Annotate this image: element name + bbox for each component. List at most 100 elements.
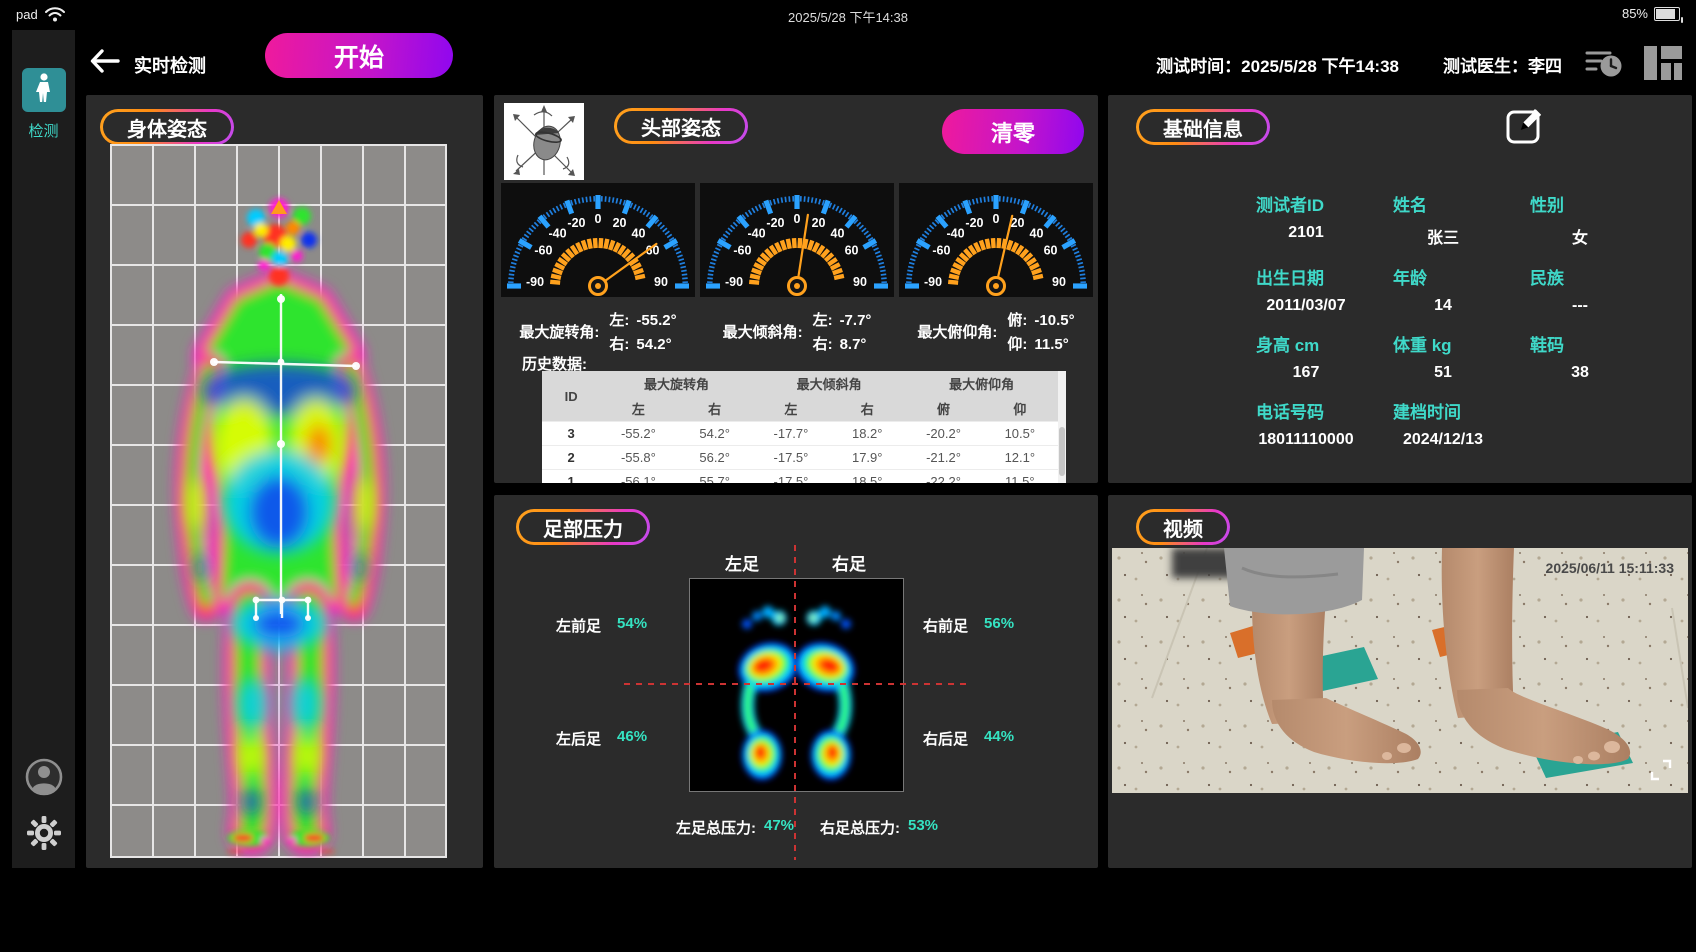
info-field-value: 2101 bbox=[1256, 224, 1356, 242]
gauge-block: -90-60-40-20020406090最大倾斜角:左:-7.7°右:8.7° bbox=[700, 183, 894, 354]
gauge: -90-60-40-20020406090 bbox=[899, 183, 1093, 297]
video-timestamp: 2025/06/11 15:11:33 bbox=[1546, 560, 1674, 576]
info-field-label: 年龄 bbox=[1393, 264, 1530, 289]
person-icon bbox=[31, 72, 57, 109]
info-field: 民族--- bbox=[1530, 264, 1667, 315]
status-datetime: 2025/5/28 下午14:38 bbox=[0, 7, 1696, 26]
table-header-group: 最大俯仰角 bbox=[905, 371, 1058, 396]
info-field-label: 姓名 bbox=[1393, 191, 1530, 216]
test-time: 测试时间：2025/5/28 下午14:38 bbox=[1156, 52, 1399, 77]
info-field-value: 167 bbox=[1256, 364, 1356, 382]
gauge-block: -90-60-40-20020406090最大俯仰角:俯:-10.5°仰:11.… bbox=[899, 183, 1093, 354]
battery-indicator: 85% bbox=[1622, 6, 1680, 21]
svg-text:90: 90 bbox=[1052, 275, 1066, 289]
fullscreen-icon[interactable] bbox=[1650, 759, 1672, 781]
battery-icon bbox=[1654, 7, 1680, 21]
table-subheader: 仰 bbox=[982, 396, 1058, 422]
info-field-label: 性别 bbox=[1530, 191, 1667, 216]
gauge: -90-60-40-20020406090 bbox=[700, 183, 894, 297]
crosshair-horizontal bbox=[624, 683, 969, 685]
gauge-max-value: 仰:11.5° bbox=[1007, 333, 1074, 354]
history-table: ID最大旋转角最大倾斜角最大俯仰角左右左右俯仰3-55.2°54.2°-17.7… bbox=[542, 371, 1066, 483]
info-field-value: 14 bbox=[1393, 297, 1493, 315]
info-field-value: 18011110000 bbox=[1256, 431, 1356, 449]
battery-percent: 85% bbox=[1622, 6, 1648, 21]
back-arrow-icon[interactable] bbox=[88, 46, 122, 76]
table-row: 1-56.1°55.7°-17.5°18.5°-22.2°11.5° bbox=[542, 470, 1058, 484]
video-frame[interactable]: 2025/06/11 15:11:33 bbox=[1112, 548, 1688, 793]
svg-text:0: 0 bbox=[595, 212, 602, 226]
info-field: 姓名张三 bbox=[1393, 191, 1530, 248]
table-subheader: 左 bbox=[600, 396, 676, 422]
status-bar: pad 2025/5/28 下午14:38 85% bbox=[0, 0, 1696, 30]
info-field: 性别女 bbox=[1530, 191, 1667, 248]
table-header-group: 最大倾斜角 bbox=[753, 371, 906, 396]
body-posture-panel: 身体姿态 bbox=[86, 95, 483, 868]
body-posture-title: 身体姿态 bbox=[100, 109, 234, 145]
svg-text:60: 60 bbox=[1044, 244, 1058, 258]
table-subheader: 俯 bbox=[905, 396, 981, 422]
gauge-max-value: 右:8.7° bbox=[813, 333, 872, 354]
foot-quadrant-value: 右后足44% bbox=[923, 728, 1014, 749]
head-posture-title: 头部姿态 bbox=[614, 108, 748, 144]
svg-text:-20: -20 bbox=[965, 216, 983, 230]
info-field: 体重 kg51 bbox=[1393, 331, 1530, 382]
info-field-value: 张三 bbox=[1393, 224, 1493, 248]
right-foot-label: 右足 bbox=[809, 550, 889, 575]
gear-icon[interactable] bbox=[26, 815, 62, 851]
gauge-row: -90 -60 -40 -20 0 20 40 60 90 最大旋转角: 左:-55.2° 右:54.… bbox=[501, 183, 1093, 354]
svg-text:-90: -90 bbox=[526, 275, 544, 289]
svg-text:90: 90 bbox=[853, 275, 867, 289]
info-field-label: 电话号码 bbox=[1256, 398, 1393, 423]
sidebar-item-detect[interactable] bbox=[22, 68, 66, 112]
foot-quadrant-value: 右前足56% bbox=[923, 615, 1014, 636]
gauge-max-value: 左:-55.2° bbox=[609, 309, 676, 330]
svg-text:-40: -40 bbox=[747, 227, 765, 241]
table-subheader: 右 bbox=[829, 396, 905, 422]
info-field-value: 51 bbox=[1393, 364, 1493, 382]
basic-info-panel: 基础信息 测试者ID2101姓名张三性别女出生日期2011/03/07年龄14民… bbox=[1108, 95, 1692, 483]
table-header-group: 最大旋转角 bbox=[600, 371, 753, 396]
info-field: 出生日期2011/03/07 bbox=[1256, 264, 1393, 315]
svg-text:-60: -60 bbox=[932, 244, 950, 258]
history-records-icon[interactable] bbox=[1584, 45, 1624, 86]
table-subheader: 右 bbox=[677, 396, 753, 422]
info-field: 鞋码 38 bbox=[1530, 331, 1667, 382]
total-pressure-value: 右足总压力:53% bbox=[820, 817, 938, 838]
info-field-label: 鞋码 bbox=[1530, 331, 1667, 356]
reset-button[interactable]: 清零 bbox=[942, 109, 1084, 154]
foot-quadrant-value: 左后足46% bbox=[556, 728, 647, 749]
table-scrollbar[interactable] bbox=[1058, 371, 1066, 483]
svg-text:20: 20 bbox=[613, 216, 627, 230]
gauge-block: -90-60-40-20020406090最大旋转角:左:-55.2°右:54.… bbox=[501, 183, 695, 354]
gauge-caption: 最大旋转角: bbox=[519, 321, 599, 342]
info-field: 测试者ID2101 bbox=[1256, 191, 1393, 248]
sidebar: 检测 bbox=[12, 30, 75, 868]
basic-info-title: 基础信息 bbox=[1136, 109, 1270, 145]
gauge-caption: 最大俯仰角: bbox=[917, 321, 997, 342]
start-button[interactable]: 开始 bbox=[265, 33, 453, 78]
crosshair-vertical bbox=[794, 545, 796, 860]
svg-text:-90: -90 bbox=[924, 275, 942, 289]
layout-grid-icon[interactable] bbox=[1642, 44, 1684, 87]
svg-text:-60: -60 bbox=[733, 244, 751, 258]
info-field-value: 38 bbox=[1530, 364, 1630, 382]
info-field-label: 身高 cm bbox=[1256, 331, 1393, 356]
svg-text:-20: -20 bbox=[567, 216, 585, 230]
info-field-value: 女 bbox=[1530, 224, 1630, 248]
svg-text:0: 0 bbox=[794, 212, 801, 226]
gauge: -90-60-40-20020406090 bbox=[501, 183, 695, 297]
gauge-max-value: 右:54.2° bbox=[609, 333, 676, 354]
info-field: 年龄 14 bbox=[1393, 264, 1530, 315]
edit-icon[interactable] bbox=[1505, 107, 1543, 145]
left-foot-label: 左足 bbox=[702, 550, 782, 575]
info-field-label: 建档时间 bbox=[1393, 398, 1530, 423]
gauge-max-value: 俯:-10.5° bbox=[1007, 309, 1074, 330]
profile-icon[interactable] bbox=[25, 758, 63, 796]
info-field-label: 民族 bbox=[1530, 264, 1667, 289]
total-pressure-value: 左足总压力:47% bbox=[676, 817, 794, 838]
sidebar-item-detect-label: 检测 bbox=[12, 120, 75, 141]
svg-text:40: 40 bbox=[632, 227, 646, 241]
test-doctor: 测试医生：李四 bbox=[1443, 52, 1562, 77]
head-posture-panel: 头部姿态 清零 -90 -60 -40 -20 0 20 40 60 90 最大旋转角: 左:-55… bbox=[494, 95, 1098, 483]
